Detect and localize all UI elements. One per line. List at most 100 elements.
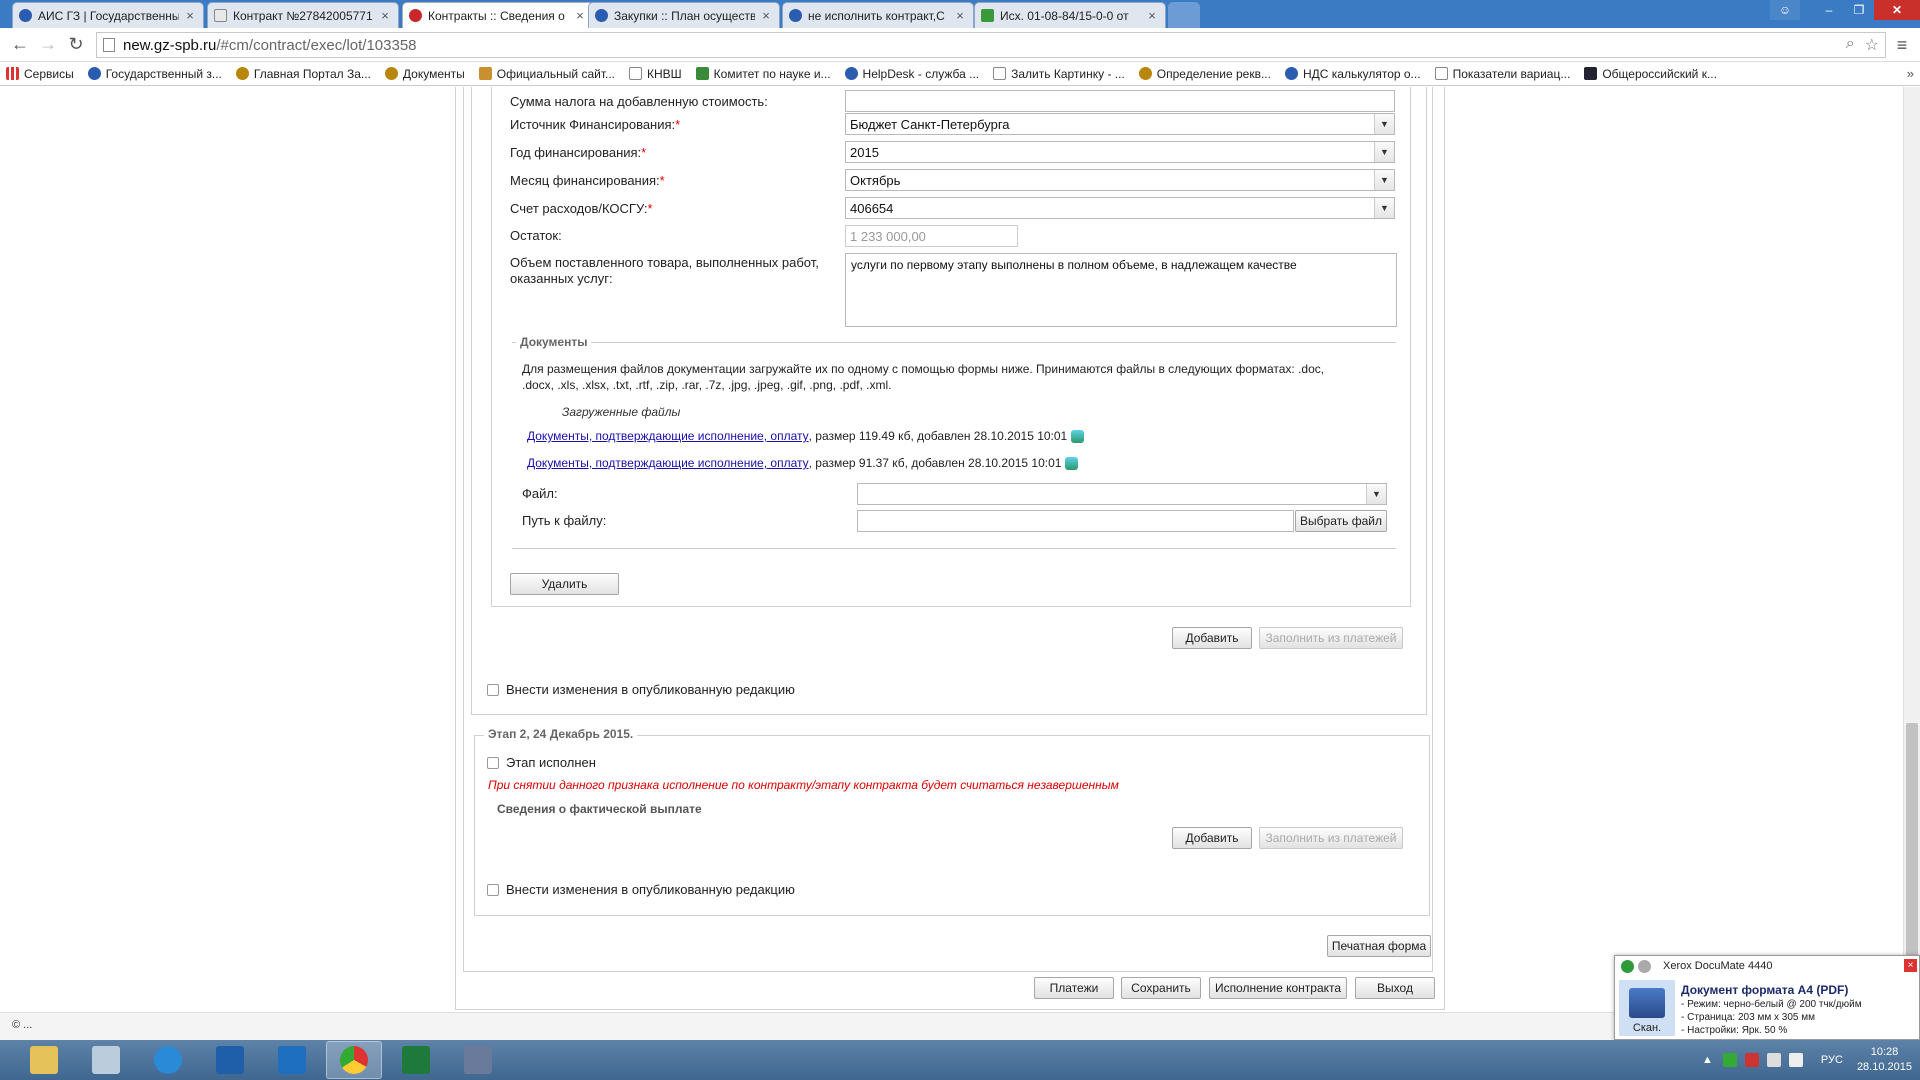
bookmark-item[interactable]: Общероссийский к... — [1584, 67, 1717, 81]
documents-help: Для размещения файлов документации загру… — [522, 361, 1324, 393]
contract-execution-button[interactable]: Исполнение контракта — [1209, 977, 1347, 999]
scanner-notification[interactable]: Xerox DocuMate 4440 × Скан. Документ фор… — [1614, 955, 1920, 1040]
image-icon — [993, 67, 1007, 80]
chevron-down-icon[interactable]: ▼ — [1374, 198, 1394, 218]
tab-contract[interactable]: Контракт №27842005771 × — [207, 2, 399, 28]
back-icon[interactable] — [1621, 959, 1634, 973]
stage-completed-row[interactable]: Этап исполнен — [487, 755, 596, 770]
fill-from-payments-button[interactable]: Заполнить из платежей — [1259, 827, 1403, 849]
documents-legend: Документы — [516, 335, 592, 349]
bookmark-item[interactable]: Показатели вариац... — [1434, 67, 1570, 81]
bookmark-item[interactable]: HelpDesk - служба ... — [844, 67, 979, 81]
choose-file-button[interactable]: Выбрать файл — [1295, 510, 1387, 532]
forward-button[interactable]: → — [34, 31, 62, 59]
clock[interactable]: 10:28 28.10.2015 — [1857, 1045, 1912, 1075]
year-select[interactable]: 2015 ▼ — [845, 141, 1395, 163]
new-tab-button[interactable] — [1168, 2, 1200, 28]
star-icon[interactable]: ☆ — [1865, 35, 1879, 55]
file-link[interactable]: Документы, подтверждающие исполнение, оп… — [527, 456, 809, 470]
tab-label: Контракты :: Сведения о — [428, 8, 565, 23]
bookmark-item[interactable]: Главная Портал За... — [235, 67, 371, 81]
zoom-icon[interactable]: ⌕ — [1846, 35, 1855, 55]
forward-icon[interactable] — [1638, 959, 1651, 973]
delete-file-icon[interactable] — [1071, 429, 1085, 443]
publish-changes-row[interactable]: Внести изменения в опубликованную редакц… — [487, 882, 795, 897]
bookmark-item[interactable]: Официальный сайт... — [478, 67, 615, 81]
page-icon — [629, 67, 642, 80]
file-path-input[interactable] — [857, 510, 1294, 532]
print-form-button[interactable]: Печатная форма — [1327, 935, 1431, 957]
taskbar-excel[interactable] — [388, 1041, 444, 1079]
source-value: Бюджет Санкт-Петербурга — [850, 117, 1010, 132]
tab-search[interactable]: не исполнить контракт,С × — [782, 2, 974, 28]
source-select[interactable]: Бюджет Санкт-Петербурга ▼ — [845, 113, 1395, 135]
bookmark-item[interactable]: Документы — [384, 67, 465, 81]
back-button[interactable]: ← — [6, 31, 34, 59]
user-icon[interactable]: ☺ — [1770, 0, 1800, 20]
close-icon[interactable]: × — [953, 8, 967, 23]
taskbar-app[interactable] — [450, 1041, 506, 1079]
fill-from-payments-button[interactable]: Заполнить из платежей — [1259, 627, 1403, 649]
vertical-scrollbar[interactable] — [1903, 87, 1920, 1040]
delete-button[interactable]: Удалить — [510, 573, 619, 595]
close-icon[interactable]: × — [1145, 8, 1159, 23]
stage-completed-checkbox[interactable] — [487, 756, 499, 769]
taskbar-calculator[interactable] — [78, 1041, 134, 1079]
volume-textarea[interactable]: услуги по первому этапу выполнены в полн… — [845, 253, 1397, 327]
close-icon[interactable]: × — [183, 8, 197, 23]
file-select[interactable]: ▼ — [857, 483, 1387, 505]
taskbar-lync[interactable] — [202, 1041, 258, 1079]
add-button[interactable]: Добавить — [1172, 627, 1252, 649]
antivirus-icon[interactable] — [1744, 1053, 1759, 1067]
scan-button[interactable]: Скан. — [1619, 980, 1675, 1036]
bookmark-item[interactable]: Государственный з... — [87, 67, 222, 81]
publish-changes-checkbox[interactable] — [487, 683, 499, 696]
close-icon[interactable]: × — [759, 8, 773, 23]
tray-expand-icon[interactable]: ▲ — [1702, 1054, 1713, 1066]
taskbar-explorer[interactable] — [16, 1041, 72, 1079]
account-select[interactable]: 406654 ▼ — [845, 197, 1395, 219]
tab-ais-gz[interactable]: АИС ГЗ | Государственны × — [12, 2, 204, 28]
taskbar-chrome[interactable] — [326, 1041, 382, 1079]
publish-changes-row[interactable]: Внести изменения в опубликованную редакц… — [487, 682, 795, 697]
bookmark-item[interactable]: КНВШ — [629, 67, 682, 81]
close-window-button[interactable]: ✕ — [1874, 0, 1920, 20]
network-icon[interactable] — [1722, 1053, 1737, 1067]
chevron-down-icon[interactable]: ▼ — [1374, 142, 1394, 162]
tab-purchases-plan[interactable]: Закупки :: План осуществ × — [588, 2, 780, 28]
close-icon[interactable]: × — [378, 8, 392, 23]
address-bar[interactable]: new.gz-spb.ru/#cm/contract/exec/lot/1033… — [96, 32, 1886, 58]
display-icon[interactable] — [1766, 1053, 1781, 1067]
tab-contracts-info[interactable]: Контракты :: Сведения о × — [402, 2, 594, 28]
tab-outgoing-letter[interactable]: Исх. 01-08-84/15-0-0 от × — [974, 2, 1166, 28]
publish-changes-checkbox[interactable] — [487, 883, 499, 896]
file-link[interactable]: Документы, подтверждающие исполнение, оп… — [527, 429, 809, 443]
language-indicator[interactable]: РУС — [1821, 1054, 1843, 1066]
month-select[interactable]: Октябрь ▼ — [845, 169, 1395, 191]
chevron-down-icon[interactable]: ▼ — [1374, 170, 1394, 190]
chevron-down-icon[interactable]: ▼ — [1374, 114, 1394, 134]
excel-icon — [402, 1046, 430, 1074]
taskbar-outlook[interactable] — [264, 1041, 320, 1079]
add-button[interactable]: Добавить — [1172, 827, 1252, 849]
menu-icon[interactable]: ≡ — [1890, 32, 1914, 58]
delete-file-icon[interactable] — [1065, 456, 1079, 470]
volume-icon[interactable] — [1788, 1053, 1803, 1067]
chevron-down-icon[interactable]: ▼ — [1366, 484, 1386, 504]
reload-button[interactable]: ↻ — [62, 31, 90, 59]
vat-input[interactable] — [845, 90, 1395, 112]
bookmark-item[interactable]: Комитет по науке и... — [695, 67, 831, 81]
minimize-button[interactable]: – — [1814, 0, 1844, 20]
close-icon[interactable]: × — [573, 8, 587, 23]
bookmark-services[interactable]: Сервисы — [6, 67, 74, 81]
close-icon[interactable]: × — [1904, 959, 1917, 972]
bookmark-item[interactable]: Определение рекв... — [1138, 67, 1271, 81]
taskbar-ie[interactable] — [140, 1041, 196, 1079]
save-button[interactable]: Сохранить — [1121, 977, 1201, 999]
bookmarks-overflow-icon[interactable]: » — [1907, 66, 1914, 81]
restore-button[interactable]: ❐ — [1844, 0, 1874, 20]
exit-button[interactable]: Выход — [1355, 977, 1435, 999]
bookmark-item[interactable]: НДС калькулятор о... — [1284, 67, 1421, 81]
bookmark-item[interactable]: Залить Картинку - ... — [993, 67, 1125, 81]
payments-button[interactable]: Платежи — [1034, 977, 1114, 999]
